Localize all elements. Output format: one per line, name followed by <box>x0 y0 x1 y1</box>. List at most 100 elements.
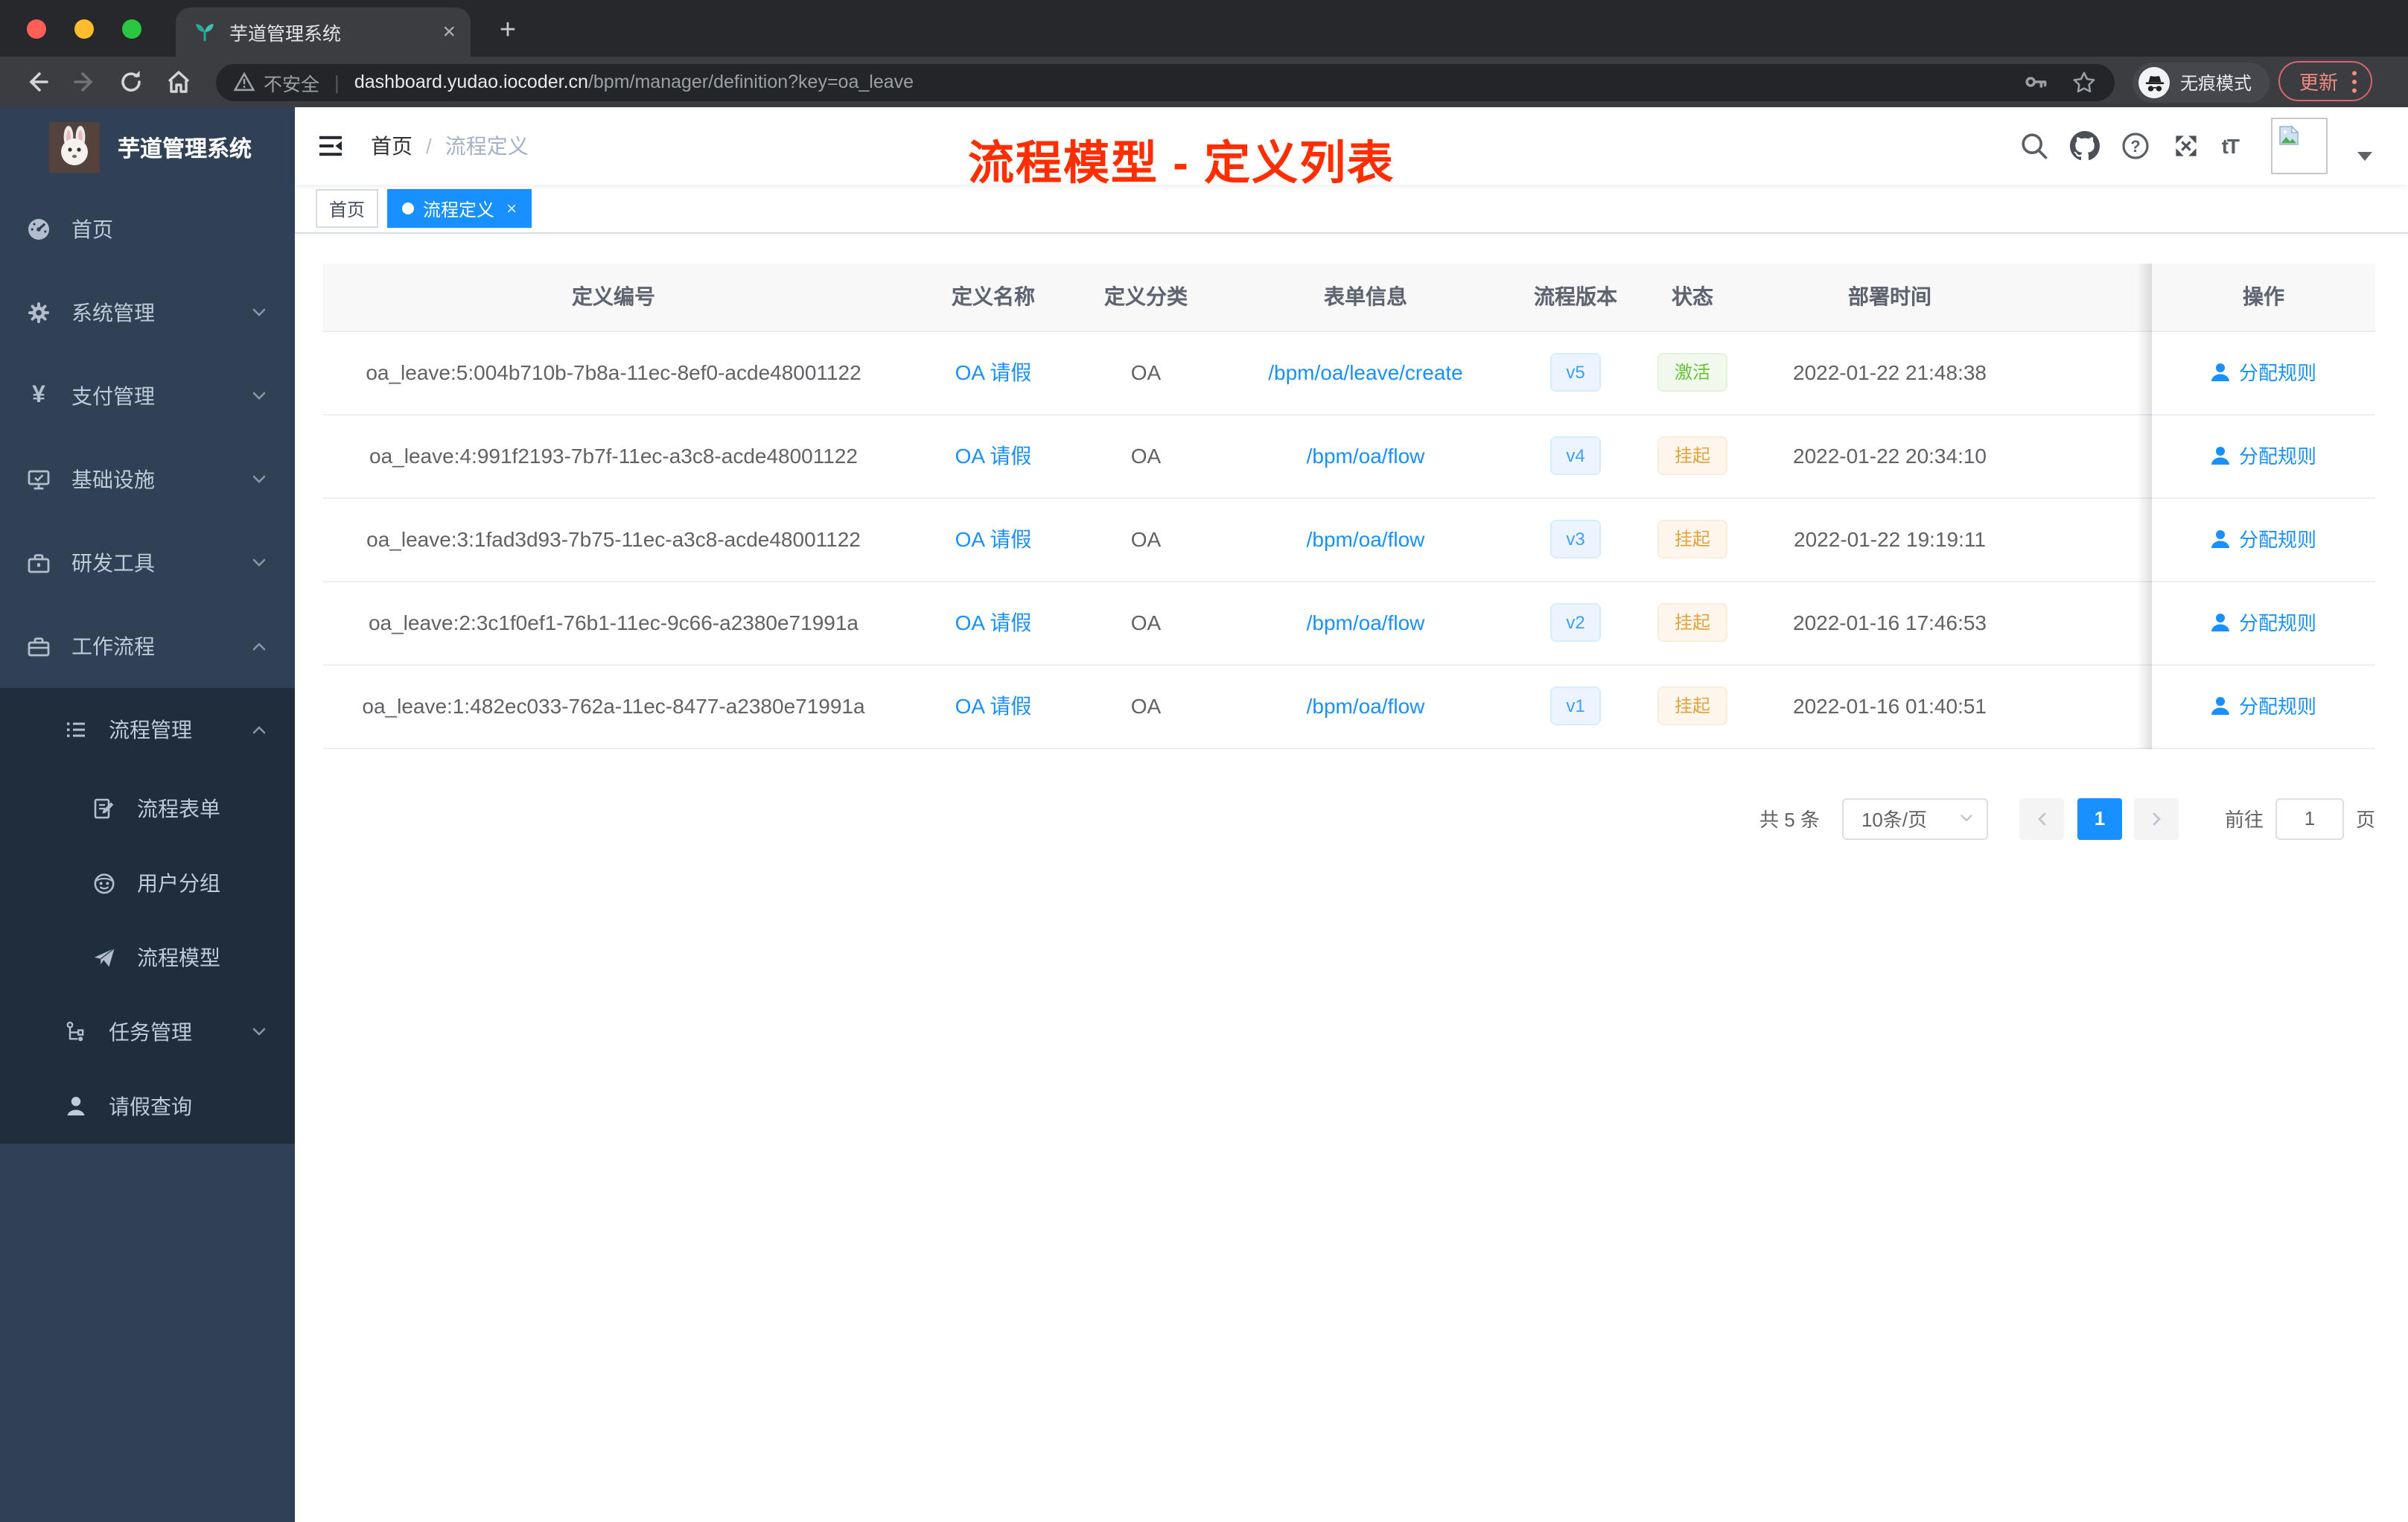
tag-close-icon[interactable]: × <box>506 198 517 219</box>
table-row: oa_leave:1:482ec033-762a-11ec-8477-a2380… <box>323 664 2375 748</box>
pagination: 共 5 条 10条/页 1 前往 1 页 <box>323 797 2375 839</box>
sidebar-item-home[interactable]: 首页 <box>0 188 295 271</box>
monitor-icon <box>28 470 50 490</box>
dashboard-icon <box>28 219 49 240</box>
url-host: dashboard.yudao.iocoder.cn <box>354 71 588 92</box>
password-key-icon[interactable] <box>2024 70 2048 94</box>
sidebar-item-user-group[interactable]: 用户分组 <box>0 846 295 920</box>
sidebar-item-process-form[interactable]: 流程表单 <box>0 771 295 846</box>
sidebar-item-leave-query[interactable]: 请假查询 <box>0 1069 295 1144</box>
definition-name-link[interactable]: OA 请假 <box>955 360 1032 384</box>
assign-rule-button[interactable]: 分配规则 <box>2211 525 2316 553</box>
version-badge: v4 <box>1549 436 1602 475</box>
avatar[interactable] <box>2271 118 2328 174</box>
security-label[interactable]: 不安全 <box>264 68 319 96</box>
browser-tab[interactable]: 芋道管理系统 × <box>176 7 471 57</box>
breadcrumb-current: 流程定义 <box>445 134 529 158</box>
form-link[interactable]: /bpm/oa/leave/create <box>1268 360 1463 384</box>
app-title: 芋道管理系统 <box>118 136 252 162</box>
list-icon <box>67 722 85 737</box>
definition-name-link[interactable]: OA 请假 <box>955 444 1032 468</box>
tag-process-definition[interactable]: 流程定义 × <box>387 189 532 228</box>
font-size-icon[interactable]: tT <box>2222 134 2240 158</box>
chevron-down-icon <box>252 308 266 316</box>
status-badge: 挂起 <box>1657 436 1727 475</box>
update-label: 更新 <box>2299 71 2339 94</box>
sidebar-item-payment[interactable]: ¥ 支付管理 <box>0 354 295 438</box>
sidebar-item-devtools[interactable]: 研发工具 <box>0 521 295 605</box>
form-link[interactable]: /bpm/oa/flow <box>1307 611 1425 634</box>
maximize-window-button[interactable] <box>122 19 141 38</box>
sidebar-item-task-management[interactable]: 任务管理 <box>0 995 295 1069</box>
svg-text:?: ? <box>2130 137 2140 156</box>
sidebar-item-process-management[interactable]: 流程管理 <box>0 688 295 771</box>
form-link[interactable]: /bpm/oa/flow <box>1307 527 1425 551</box>
assign-rule-button[interactable]: 分配规则 <box>2211 692 2316 720</box>
col-deploy-time: 部署时间 <box>1756 264 2024 331</box>
github-icon[interactable] <box>2069 131 2100 161</box>
logo-avatar <box>49 122 100 173</box>
home-icon[interactable] <box>164 67 194 97</box>
search-icon[interactable] <box>2019 131 2049 161</box>
minimize-window-button[interactable] <box>74 19 94 38</box>
sidebar-item-process-model[interactable]: 流程模型 <box>0 920 295 995</box>
browser-menu-icon[interactable] <box>2351 69 2357 93</box>
assign-rule-button[interactable]: 分配规则 <box>2211 442 2316 470</box>
active-dot <box>402 203 415 214</box>
new-tab-button[interactable]: + <box>487 10 529 52</box>
breadcrumb-home[interactable]: 首页 <box>371 131 413 161</box>
yen-icon: ¥ <box>32 383 45 408</box>
assign-rule-button[interactable]: 分配规则 <box>2211 608 2316 637</box>
col-form-info: 表单信息 <box>1209 264 1522 331</box>
table-row: oa_leave:4:991f2193-7b7f-11ec-a3c8-acde4… <box>323 414 2375 498</box>
sidebar-item-system[interactable]: 系统管理 <box>0 271 295 354</box>
help-icon[interactable]: ? <box>2121 131 2150 161</box>
close-window-button[interactable] <box>27 19 46 38</box>
version-badge: v3 <box>1549 520 1602 558</box>
tag-home[interactable]: 首页 <box>316 189 379 228</box>
col-process-version: 流程版本 <box>1522 264 1629 331</box>
goto-page-input[interactable] <box>2275 797 2344 839</box>
tab-title: 芋道管理系统 <box>229 24 342 45</box>
version-badge: v5 <box>1549 353 1602 392</box>
goto-unit: 页 <box>2355 809 2375 831</box>
incognito-label: 无痕模式 <box>2180 73 2252 94</box>
chevron-left-icon <box>2037 812 2046 825</box>
page-number-1[interactable]: 1 <box>2077 797 2122 839</box>
caret-down-icon[interactable] <box>2357 152 2372 161</box>
reload-icon[interactable] <box>116 67 146 97</box>
forward-icon[interactable] <box>70 67 100 97</box>
table-row: oa_leave:2:3c1f0ef1-76b1-11ec-9c66-a2380… <box>323 581 2375 665</box>
definition-name-link[interactable]: OA 请假 <box>955 527 1032 551</box>
briefcase-icon <box>28 637 50 657</box>
chevron-down-icon <box>252 558 266 567</box>
col-definition-category: 定义分类 <box>1083 264 1209 331</box>
definition-name-link[interactable]: OA 请假 <box>955 611 1032 634</box>
col-operation: 操作 <box>2152 264 2375 331</box>
chevron-up-icon <box>252 643 266 651</box>
page-size-select[interactable]: 10条/页 <box>1841 797 1988 839</box>
definition-name-link[interactable]: OA 请假 <box>955 694 1032 718</box>
bookmark-star-icon[interactable] <box>2071 69 2097 95</box>
sidebar: 芋道管理系统 首页 系统管理 ¥ 支付管理 基础设施 研发工具 工作流程 流程管… <box>0 107 295 1522</box>
back-icon[interactable] <box>22 67 52 97</box>
form-link[interactable]: /bpm/oa/flow <box>1307 694 1425 718</box>
status-badge: 挂起 <box>1657 603 1727 642</box>
url-bar[interactable]: 不安全 | dashboard.yudao.iocoder.cn/bpm/man… <box>216 63 2115 101</box>
prev-page-button[interactable] <box>2019 797 2064 839</box>
chevron-down-icon <box>1961 815 1972 822</box>
sidebar-item-infrastructure[interactable]: 基础设施 <box>0 438 295 521</box>
assign-rule-button[interactable]: 分配规则 <box>2211 358 2316 386</box>
browser-update-button[interactable]: 更新 <box>2278 61 2373 101</box>
form-link[interactable]: /bpm/oa/flow <box>1307 444 1425 468</box>
sidebar-item-workflow[interactable]: 工作流程 <box>0 605 295 688</box>
chevron-right-icon <box>2153 812 2161 825</box>
version-badge: v1 <box>1549 687 1602 725</box>
tab-close-icon[interactable]: × <box>442 21 456 43</box>
sidebar-collapse-icon[interactable] <box>316 131 345 161</box>
person-icon <box>2211 696 2230 715</box>
sidebar-logo[interactable]: 芋道管理系统 <box>0 107 295 188</box>
next-page-button[interactable] <box>2133 797 2179 839</box>
form-pen-icon <box>94 798 114 819</box>
fullscreen-icon[interactable] <box>2171 131 2201 161</box>
